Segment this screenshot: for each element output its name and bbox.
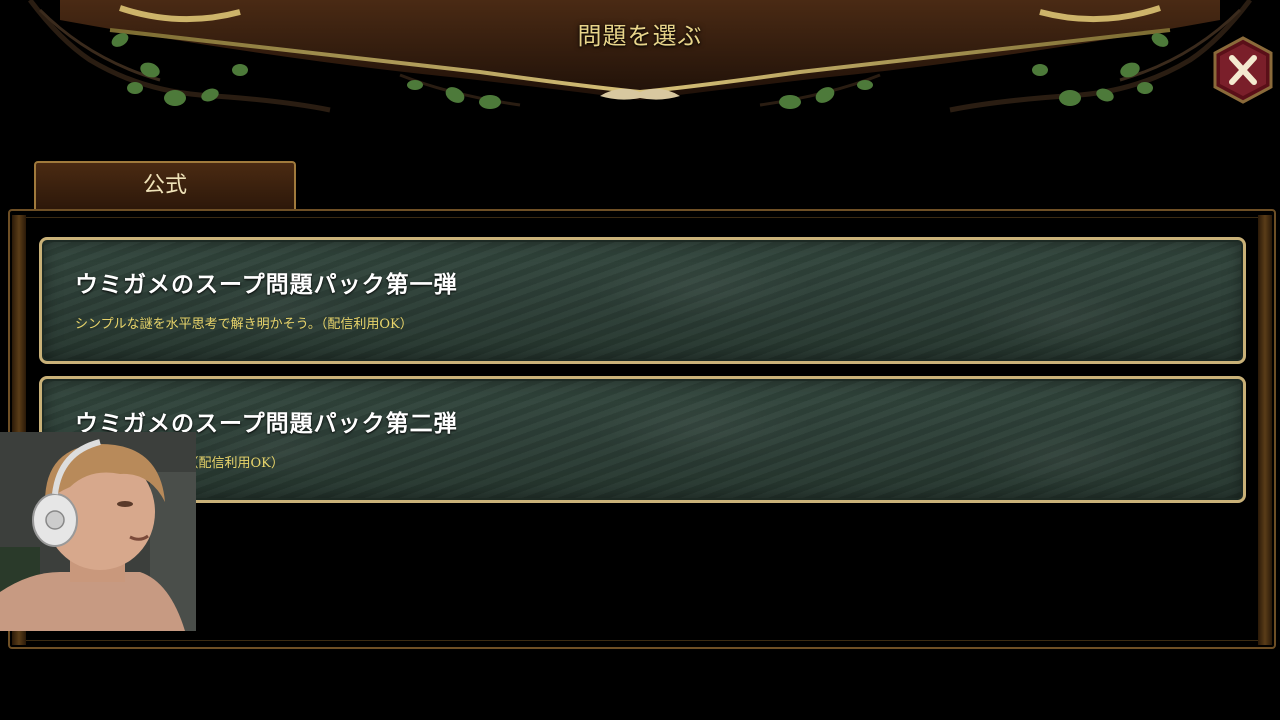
pack-card-2[interactable]: ウミガメのスープ問題パック第二弾 水平思考の世界へ。（配信利用OK）: [39, 376, 1246, 503]
pack-card-1[interactable]: ウミガメのスープ問題パック第一弾 シンプルな謎を水平思考で解き明かそう。（配信利…: [39, 237, 1246, 364]
header-banner: 問題を選ぶ: [0, 0, 1280, 130]
tab-official[interactable]: 公式: [34, 161, 296, 209]
pack-title: ウミガメのスープ問題パック第一弾: [75, 271, 458, 298]
page-title: 問題を選ぶ: [577, 22, 703, 50]
panel-frame-right: [1258, 215, 1272, 645]
streamer-image: [0, 432, 196, 631]
close-icon: [1213, 36, 1273, 104]
pack-description: シンプルな謎を水平思考で解き明かそう。（配信利用OK）: [75, 317, 413, 332]
close-button[interactable]: [1208, 36, 1278, 104]
webcam-overlay: [0, 432, 196, 631]
game-screen: 問題を選ぶ 公式 ウミガメのスープ問題パック第一弾 シンプルな謎を水平思考で解き…: [0, 0, 1280, 720]
